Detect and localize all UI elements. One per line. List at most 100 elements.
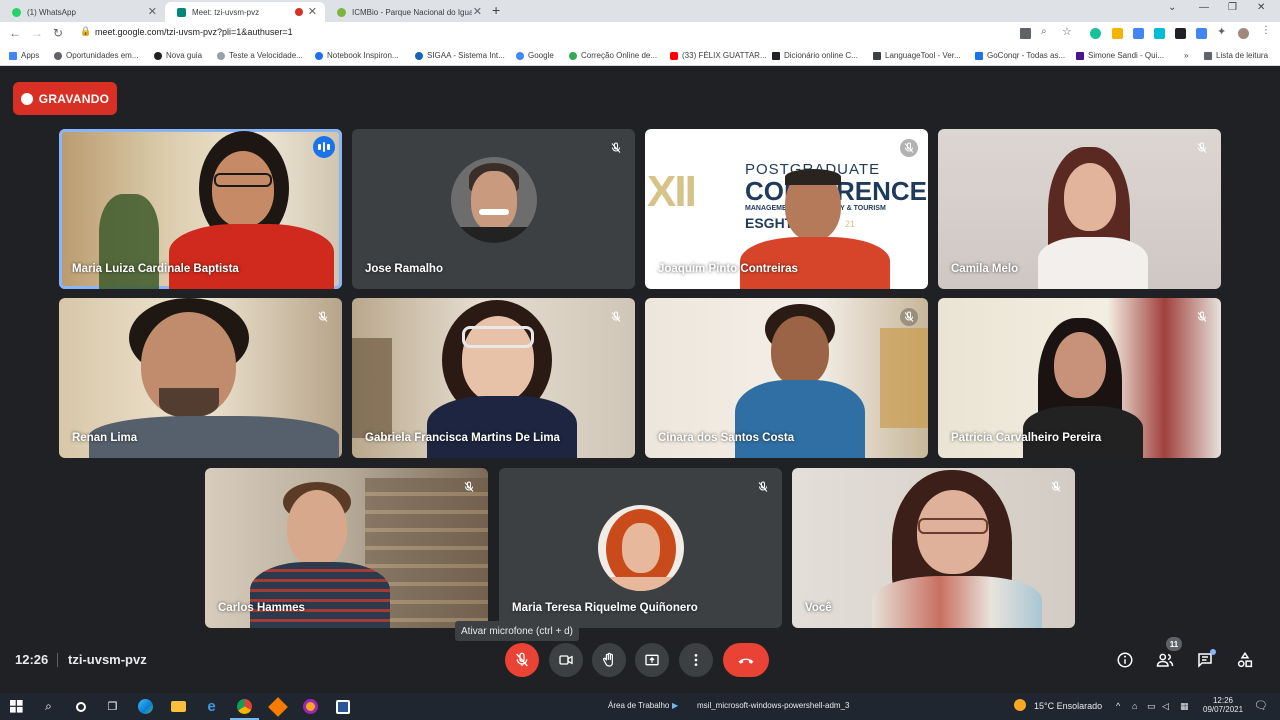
sun-icon [1014,699,1026,711]
mic-toggle-button[interactable] [505,643,539,677]
forward-icon[interactable]: → [31,26,43,40]
participant-tile[interactable]: Carlos Hammes [205,468,488,628]
puzzle-icon[interactable]: ✦ [1217,25,1228,38]
info-icon [1117,652,1133,668]
grammarly-icon[interactable] [1090,28,1101,39]
bookmark-item[interactable]: LanguageTool - Ver... [873,51,961,60]
bookmark-item[interactable]: Correção Online de... [569,51,657,60]
restore-button[interactable]: ❐ [1228,2,1237,13]
window-title[interactable]: msil_microsoft-windows-powershell-adm_3 [697,701,850,710]
bookmark-apps[interactable]: Apps [9,51,39,60]
participant-tile[interactable]: Renan Lima [59,298,342,458]
app-icon[interactable] [302,698,319,715]
extension-icon[interactable] [1154,28,1165,39]
chat-button[interactable] [1194,649,1216,671]
tab-meet[interactable]: Meet: tzi-uvsm-pvz ✕ [165,2,325,22]
close-window-button[interactable]: ✕ [1257,2,1265,13]
divider [57,653,58,667]
tray-clock[interactable]: 12:26 09/07/2021 [1203,696,1243,714]
task-view-icon[interactable]: ❐ [104,698,121,715]
chrome-icon[interactable] [230,698,259,720]
icmbio-icon [337,7,346,17]
notifications-icon[interactable]: 🗨 [1254,699,1268,712]
extension-icon[interactable] [1175,28,1186,39]
profile-avatar[interactable] [1238,28,1249,39]
word-icon[interactable] [334,698,351,715]
browser-tab-strip: (1) WhatsApp ✕ Meet: tzi-uvsm-pvz ✕ ICMB… [0,0,1280,22]
bookmark-item[interactable]: SIGAA - Sistema Int... [415,51,505,60]
activities-button[interactable] [1234,649,1256,671]
menu-icon[interactable]: ⋮ [1261,25,1272,36]
globe-icon [154,51,162,60]
edge-icon[interactable] [137,698,154,715]
zoom-icon[interactable]: ⌕ [1041,26,1052,37]
back-icon[interactable]: ← [9,26,21,40]
network-icon[interactable]: ⌂ [1132,701,1137,711]
participant-tile[interactable]: Maria Luiza Cardinale Baptista [59,129,342,289]
minimize-button[interactable]: — [1199,2,1209,13]
desktop-toolbar[interactable]: Área de Trabalho [608,701,669,710]
bookmark-item[interactable]: Nova guia [154,51,202,60]
participant-name: Joaquim Pinto Contreiras [658,263,798,275]
participant-tile[interactable]: Jose Ramalho [352,129,635,289]
participants-button[interactable] [1154,649,1176,671]
extension-icon[interactable] [1196,28,1207,39]
tray-chevron-icon[interactable]: ^ [1116,701,1120,711]
ie-icon[interactable]: e [203,698,220,715]
extension-icon[interactable] [1133,28,1144,39]
weather-widget[interactable]: 15°C Ensolarado [1034,701,1102,711]
camera-icon[interactable] [1020,28,1031,39]
raise-hand-button[interactable] [592,643,626,677]
camera-toggle-button[interactable] [549,643,583,677]
new-tab-button[interactable]: + [492,2,500,18]
app-icon[interactable] [267,696,288,717]
tab-search-icon[interactable]: ⌄ [1168,2,1176,13]
battery-icon[interactable]: ▭ [1147,701,1156,712]
file-explorer-icon[interactable] [170,698,187,715]
participant-name: Patricia Carvalheiro Pereira [951,432,1102,444]
bookmark-item[interactable]: Teste a Velocidade... [217,51,303,60]
bookmark-item[interactable]: Notebook Inspiron... [315,51,399,60]
bookmark-item[interactable]: GoConqr - Todas as... [975,51,1065,60]
participant-tile[interactable]: Você [792,468,1075,628]
tab-whatsapp[interactable]: (1) WhatsApp ✕ [0,2,165,22]
leave-call-button[interactable] [723,643,769,677]
bookmark-item[interactable]: Dicionário online C... [772,51,858,60]
reload-icon[interactable]: ↻ [53,26,63,40]
bookmark-star-icon[interactable]: ☆ [1062,25,1073,38]
start-button[interactable] [8,698,25,715]
meeting-info-button[interactable] [1114,649,1136,671]
participant-tile[interactable]: XII POSTGRADUATE CONFERENCE MANAGEMENT, … [645,129,928,289]
google-icon [516,51,524,60]
search-icon[interactable]: ⌕ [40,698,57,715]
close-tab-icon[interactable]: ✕ [148,5,157,18]
present-screen-button[interactable] [635,643,669,677]
volume-icon[interactable]: ◁ [1162,701,1169,712]
participant-avatar [597,505,684,591]
participant-name: Maria Luiza Cardinale Baptista [72,263,239,275]
participant-tile[interactable]: Patricia Carvalheiro Pereira [938,298,1221,458]
extension-icon[interactable] [1112,28,1123,39]
apps-icon [9,51,17,60]
more-options-button[interactable] [679,643,713,677]
bookmark-item[interactable]: Google [516,51,554,60]
bookmark-item[interactable]: (33) FÉLIX GUATTAR... [670,51,767,60]
close-tab-icon[interactable]: ✕ [473,5,482,18]
cortana-icon[interactable] [72,698,89,715]
close-tab-icon[interactable]: ✕ [308,5,317,18]
participant-tile[interactable]: Cinara dos Santos Costa [645,298,928,458]
bookmark-item[interactable]: Oportunidades em... [54,51,138,60]
mic-off-icon [314,308,332,326]
meeting-code[interactable]: tzi-uvsm-pvz [68,652,147,667]
more-bookmarks-icon[interactable]: » [1184,51,1188,60]
participant-tile[interactable]: Camila Melo [938,129,1221,289]
reading-list[interactable]: Lista de leitura [1204,51,1268,60]
slack-icon [1076,51,1084,60]
keyboard-icon[interactable]: ▦ [1180,701,1189,712]
tab-icmbio[interactable]: ICMBio - Parque Nacional do Iguaçu ✕ [325,2,490,22]
participant-tile[interactable]: Gabriela Francisca Martins De Lima [352,298,635,458]
address-bar[interactable]: meet.google.com/tzi-uvsm-pvz?pli=1&authu… [95,27,293,37]
recording-badge[interactable]: GRAVANDO [13,82,117,115]
bookmark-item[interactable]: Simone Sandi - Qui... [1076,51,1164,60]
participant-tile[interactable]: Maria Teresa Riquelme Quiñonero [499,468,782,628]
